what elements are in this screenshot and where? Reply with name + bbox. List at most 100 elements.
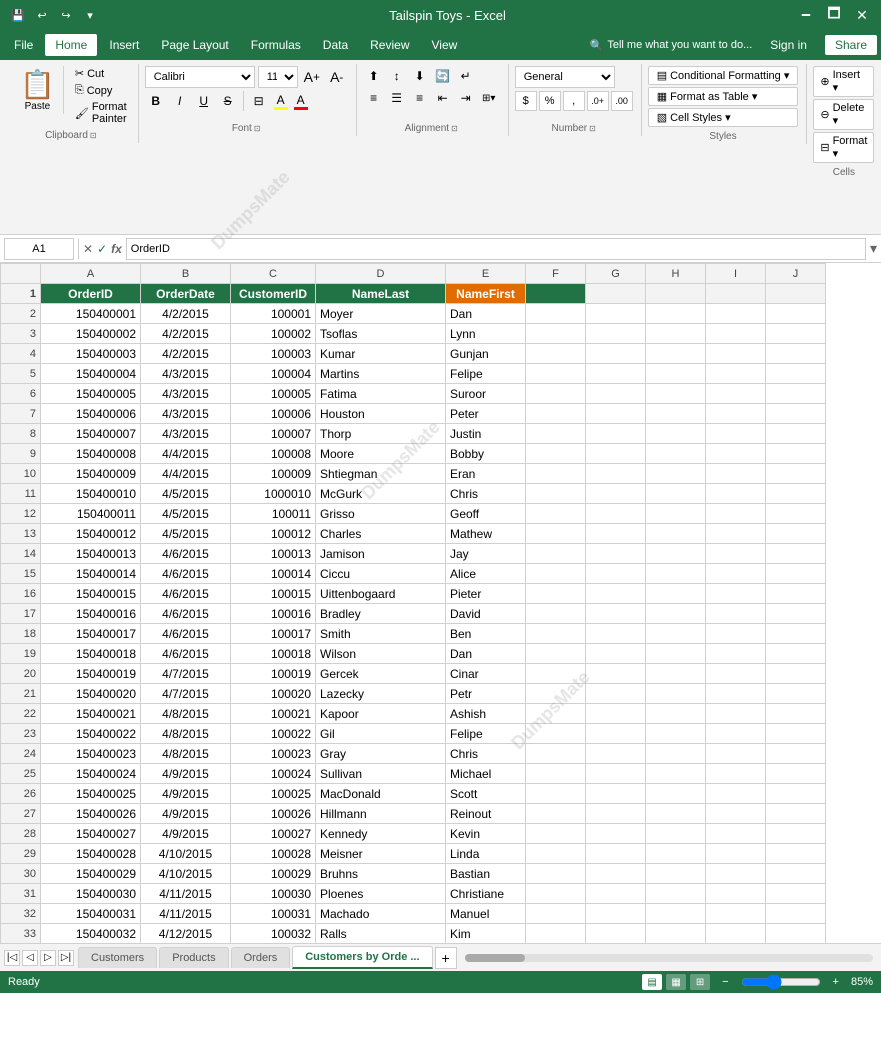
table-cell[interactable]: 150400006 xyxy=(41,404,141,424)
empty-cell[interactable] xyxy=(646,764,706,784)
table-cell[interactable]: Christiane xyxy=(446,884,526,904)
empty-cell[interactable] xyxy=(706,624,766,644)
menu-file[interactable]: File xyxy=(4,34,43,56)
empty-cell[interactable] xyxy=(706,584,766,604)
empty-cell[interactable] xyxy=(586,784,646,804)
col-header-G[interactable]: G xyxy=(586,264,646,284)
table-cell[interactable]: 100023 xyxy=(231,744,316,764)
table-cell[interactable]: 4/2/2015 xyxy=(141,304,231,324)
table-cell[interactable]: 150400015 xyxy=(41,584,141,604)
decrease-decimal-button[interactable]: .00 xyxy=(611,91,633,111)
alignment-expand-icon[interactable]: ⊡ xyxy=(451,124,458,133)
copy-button[interactable]: ⎘ Copy xyxy=(72,83,130,98)
row-num-21[interactable]: 21 xyxy=(1,684,41,704)
empty-cell[interactable] xyxy=(586,904,646,924)
empty-cell[interactable] xyxy=(706,724,766,744)
empty-cell[interactable] xyxy=(766,864,826,884)
empty-cell[interactable] xyxy=(586,924,646,944)
table-cell[interactable]: 100005 xyxy=(231,384,316,404)
table-cell[interactable]: Charles xyxy=(316,524,446,544)
table-cell[interactable]: 150400029 xyxy=(41,864,141,884)
table-cell[interactable]: 4/3/2015 xyxy=(141,404,231,424)
empty-cell[interactable] xyxy=(646,784,706,804)
empty-cell[interactable] xyxy=(706,684,766,704)
number-format-select[interactable]: General xyxy=(515,66,615,88)
col-header-E[interactable]: E xyxy=(446,264,526,284)
row-num-10[interactable]: 10 xyxy=(1,464,41,484)
table-cell[interactable]: 4/7/2015 xyxy=(141,684,231,704)
empty-cell[interactable] xyxy=(766,344,826,364)
empty-cell[interactable] xyxy=(586,324,646,344)
table-cell[interactable]: 150400014 xyxy=(41,564,141,584)
table-cell[interactable]: 150400022 xyxy=(41,724,141,744)
row-num-27[interactable]: 27 xyxy=(1,804,41,824)
empty-cell[interactable] xyxy=(706,604,766,624)
empty-cell[interactable] xyxy=(526,384,586,404)
percent-button[interactable]: % xyxy=(539,91,561,111)
increase-indent-button[interactable]: ⇥ xyxy=(455,88,477,108)
tab-customers-by-order[interactable]: Customers by Orde ... xyxy=(292,946,432,969)
table-cell[interactable]: Lazecky xyxy=(316,684,446,704)
empty-cell[interactable] xyxy=(526,804,586,824)
empty-cell[interactable] xyxy=(646,564,706,584)
empty-cell[interactable] xyxy=(586,304,646,324)
table-cell[interactable]: 150400002 xyxy=(41,324,141,344)
table-cell[interactable]: 4/5/2015 xyxy=(141,524,231,544)
empty-cell[interactable] xyxy=(526,464,586,484)
empty-cell[interactable] xyxy=(646,644,706,664)
align-center-button[interactable]: ☰ xyxy=(386,88,408,108)
cancel-formula-icon[interactable]: ✕ xyxy=(83,242,93,256)
font-expand-icon[interactable]: ⊡ xyxy=(254,124,261,133)
empty-cell[interactable] xyxy=(526,304,586,324)
empty-cell[interactable] xyxy=(706,304,766,324)
table-cell[interactable]: Ashish xyxy=(446,704,526,724)
empty-cell[interactable] xyxy=(646,304,706,324)
empty-cell[interactable] xyxy=(646,744,706,764)
table-cell[interactable]: Pieter xyxy=(446,584,526,604)
table-cell[interactable]: Bruhns xyxy=(316,864,446,884)
increase-decimal-button[interactable]: .0+ xyxy=(587,91,609,111)
merge-center-button[interactable]: ⊞▾ xyxy=(478,88,500,108)
row-num-17[interactable]: 17 xyxy=(1,604,41,624)
table-cell[interactable]: MacDonald xyxy=(316,784,446,804)
header-namelast[interactable]: NameLast xyxy=(316,284,446,304)
decrease-indent-button[interactable]: ⇤ xyxy=(432,88,454,108)
table-cell[interactable]: Petr xyxy=(446,684,526,704)
table-cell[interactable]: 4/8/2015 xyxy=(141,724,231,744)
table-cell[interactable]: 4/11/2015 xyxy=(141,884,231,904)
row-num-11[interactable]: 11 xyxy=(1,484,41,504)
empty-cell[interactable] xyxy=(766,784,826,804)
empty-cell[interactable] xyxy=(526,544,586,564)
table-cell[interactable]: 150400001 xyxy=(41,304,141,324)
table-cell[interactable]: 4/5/2015 xyxy=(141,484,231,504)
empty-cell[interactable] xyxy=(526,684,586,704)
empty-cell[interactable] xyxy=(706,424,766,444)
empty-cell[interactable] xyxy=(526,504,586,524)
empty-cell[interactable] xyxy=(586,544,646,564)
share-button[interactable]: Share xyxy=(825,35,877,55)
empty-cell[interactable] xyxy=(646,444,706,464)
empty-cell[interactable] xyxy=(706,524,766,544)
empty-cell[interactable] xyxy=(586,504,646,524)
save-icon[interactable]: 💾 xyxy=(8,5,28,25)
table-cell[interactable]: Mathew xyxy=(446,524,526,544)
table-cell[interactable]: 150400005 xyxy=(41,384,141,404)
empty-cell[interactable] xyxy=(766,704,826,724)
table-cell[interactable]: Justin xyxy=(446,424,526,444)
zoom-minus-button[interactable]: − xyxy=(722,976,728,988)
row-num-28[interactable]: 28 xyxy=(1,824,41,844)
empty-cell[interactable] xyxy=(586,724,646,744)
empty-cell[interactable] xyxy=(646,844,706,864)
italic-button[interactable]: I xyxy=(169,90,191,112)
table-cell[interactable]: 4/6/2015 xyxy=(141,544,231,564)
row-num-30[interactable]: 30 xyxy=(1,864,41,884)
empty-cell[interactable] xyxy=(766,564,826,584)
header-h[interactable] xyxy=(646,284,706,304)
empty-cell[interactable] xyxy=(586,884,646,904)
table-cell[interactable]: 4/3/2015 xyxy=(141,384,231,404)
table-cell[interactable]: 100020 xyxy=(231,684,316,704)
empty-cell[interactable] xyxy=(586,384,646,404)
empty-cell[interactable] xyxy=(586,744,646,764)
row-num-29[interactable]: 29 xyxy=(1,844,41,864)
col-header-A[interactable]: A xyxy=(41,264,141,284)
